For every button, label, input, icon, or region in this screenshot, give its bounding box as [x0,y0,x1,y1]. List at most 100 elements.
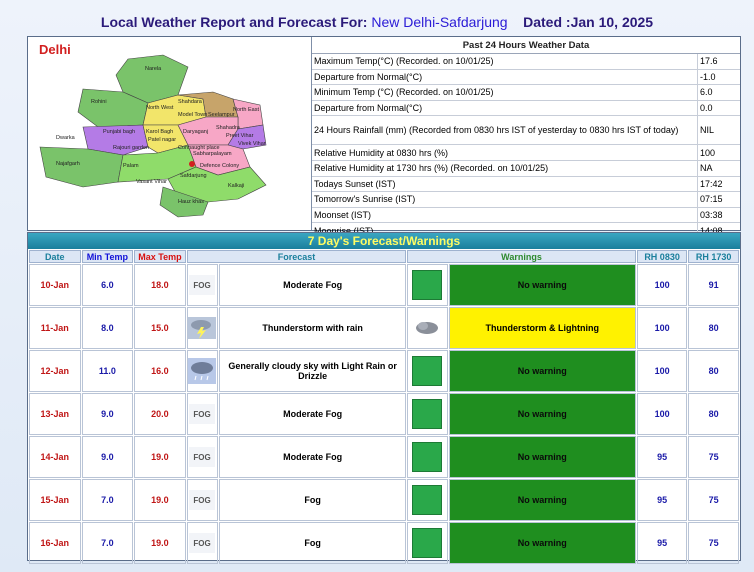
past-row: Moonset (IST) 03:38 [312,207,740,224]
past-row: Maximum Temp(°C) (Recorded. on 10/01/25)… [312,54,740,70]
forecast-max-temp: 16.0 [134,350,186,392]
forecast-text: Moderate Fog [219,264,407,306]
past-row: Departure from Normal(°C) 0.0 [312,100,740,117]
forecast-min-temp: 7.0 [81,479,134,521]
map-label: Rohini [91,99,107,105]
forecast-text: Fog [219,522,407,564]
storm-cloud-icon [407,307,448,349]
map-label: Sabharpalayam [193,151,232,157]
forecast-table: Date Min Temp Max Temp Forecast Warnings… [28,249,740,565]
rh-0830: 95 [636,436,688,478]
map-label: Vasant Vihar [136,179,167,185]
map-label: Vivek Vihar [238,141,266,147]
past-24h-table: Past 24 Hours Weather Data Maximum Temp(… [312,37,740,238]
forecast-max-temp: 15.0 [134,307,186,349]
forecast-row: 16-Jan 7.0 19.0 FOG Fog No warning 95 75 [29,522,739,564]
map-label: Najafgarh [56,161,80,167]
rh-1730: 80 [688,350,739,392]
forecast-text: Fog [219,479,407,521]
map-label: Karol Bagh [146,129,173,135]
col-rh0830: RH 0830 [636,250,688,263]
fog-icon: FOG [186,479,219,521]
past-row: Todays Sunset (IST) 17:42 [312,176,740,193]
forecast-date: 14-Jan [29,436,81,478]
forecast-min-temp: 7.0 [81,522,134,564]
page-title: Local Weather Report and Forecast For: N… [0,14,754,30]
col-warnings: Warnings [407,250,636,263]
summary-panel: Delhi Narela Rohini North West Shahdara … [27,36,741,238]
rh-1730: 80 [688,307,739,349]
warning-text: Thunderstorm & Lightning [448,307,636,349]
warning-square-icon [407,264,448,306]
fog-icon: FOG [186,393,219,435]
warning-text: No warning [448,393,636,435]
forecast-row: 12-Jan 11.0 16.0 Generally cloudy sky with … [29,350,739,392]
forecast-date: 10-Jan [29,264,81,306]
forecast-min-temp: 8.0 [81,307,134,349]
fog-icon-text: FOG [194,410,211,419]
col-max-temp: Max Temp [134,250,186,263]
rh-0830: 100 [636,393,688,435]
rh-0830: 95 [636,522,688,564]
warning-square-icon [407,522,448,564]
forecast-max-temp: 18.0 [134,264,186,306]
forecast-row: 13-Jan 9.0 20.0 FOG Moderate Fog No warning 10… [29,393,739,435]
forecast-row: 11-Jan 8.0 15.0 Thunderstorm with rain Thund… [29,307,739,349]
map-label: Rajouri garden [113,145,149,151]
forecast-min-temp: 9.0 [81,436,134,478]
warning-square-icon [407,436,448,478]
title-prefix: Local Weather Report and Forecast For: [100,14,368,30]
fog-icon-text: FOG [194,496,211,505]
map-label: North West [146,105,174,111]
forecast-min-temp: 9.0 [81,393,134,435]
past-row: Departure from Normal(°C) -1.0 [312,69,740,86]
rh-1730: 75 [688,479,739,521]
map-label: Shahadra [216,125,241,131]
forecast-max-temp: 19.0 [134,436,186,478]
forecast-title: 7 Day's Forecast/Warnings [28,233,740,249]
map-label: Safdarjung [180,173,207,179]
delhi-district-map: Delhi Narela Rohini North West Shahdara … [28,37,312,230]
map-label: Defence Colony [200,163,239,169]
warning-text: No warning [448,264,636,306]
forecast-date: 13-Jan [29,393,81,435]
rh-0830: 95 [636,479,688,521]
warning-square-icon [407,350,448,392]
past-row: 24 Hours Rainfall (mm) (Recorded from 08… [312,116,740,146]
rh-1730: 80 [688,393,739,435]
fog-icon: FOG [186,522,219,564]
forecast-row: 14-Jan 9.0 19.0 FOG Moderate Fog No warning 95… [29,436,739,478]
rh-1730: 75 [688,522,739,564]
col-date: Date [29,250,81,263]
forecast-row: 15-Jan 7.0 19.0 FOG Fog No warning 95 75 [29,479,739,521]
map-title: Delhi [39,42,71,57]
rh-1730: 75 [688,436,739,478]
map-label: Hauz khas [178,199,204,205]
past-row: Minimum Temp (°C) (Recorded. on 10/01/25… [312,85,740,101]
map-label: Palam [123,163,139,169]
fog-icon-text: FOG [194,281,211,290]
forecast-row: 10-Jan 6.0 18.0 FOG Moderate Fog No warning 10… [29,264,739,306]
forecast-text: Moderate Fog [219,436,407,478]
forecast-text: Thunderstorm with rain [219,307,407,349]
warning-text: No warning [448,522,636,564]
map-label: Shahdara [178,99,203,105]
fog-icon: FOG [186,264,219,306]
forecast-panel: 7 Day's Forecast/Warnings Date Min Temp … [27,232,741,564]
col-forecast: Forecast [186,250,407,263]
fog-icon-text: FOG [194,539,211,548]
forecast-date: 16-Jan [29,522,81,564]
forecast-min-temp: 6.0 [81,264,134,306]
map-label: Preet Vihar [226,133,254,139]
map-label: Seelampur [208,112,235,118]
map-label: North East [233,107,259,113]
forecast-header-row: Date Min Temp Max Temp Forecast Warnings… [29,250,739,263]
warning-square-icon [407,393,448,435]
past-row: Relative Humidity at 1730 hrs (%) (Recor… [312,160,740,177]
fog-icon-text: FOG [194,453,211,462]
report-date: Dated :Jan 10, 2025 [523,14,654,30]
rh-1730: 91 [688,264,739,306]
rh-0830: 100 [636,307,688,349]
forecast-date: 12-Jan [29,350,81,392]
forecast-max-temp: 19.0 [134,522,186,564]
